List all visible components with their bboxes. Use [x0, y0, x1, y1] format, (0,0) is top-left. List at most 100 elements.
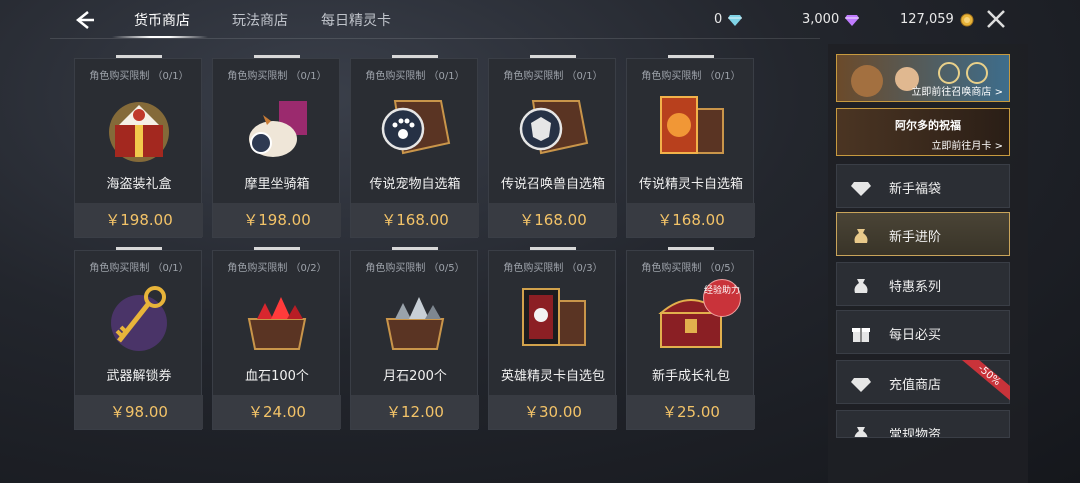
purple-gem-icon — [845, 14, 860, 26]
price-button[interactable]: ￥30.00 — [489, 395, 617, 429]
price-button[interactable]: ￥198.00 — [75, 203, 203, 237]
card-top-line — [530, 55, 576, 58]
gold-count: 127,059 — [900, 12, 954, 27]
price-button[interactable]: ￥168.00 — [489, 203, 617, 237]
card-top-line — [392, 247, 438, 250]
summon-banner-text: 立即前往召唤商店 > — [911, 87, 1003, 98]
price-button[interactable]: ￥12.00 — [351, 395, 479, 429]
item-name: 英雄精灵卡自选包 — [500, 369, 605, 384]
pet-select-box-icon — [381, 100, 451, 155]
summon-shop-banner[interactable]: 立即前往召唤商店 > — [836, 54, 1010, 102]
purchase-limit: 角色购买限制 （0/1） — [641, 71, 741, 82]
currency-diamond: 0 — [714, 12, 743, 27]
purple-gem-count: 3,000 — [802, 12, 840, 27]
close-button[interactable] — [985, 8, 1007, 30]
shop-item-card[interactable]: 角色购买限制 （0/5） 经验助力 新手成长礼包 ￥25.00 — [626, 247, 755, 430]
summon-select-box-icon — [519, 100, 589, 155]
menu-label: 新手福袋 — [889, 182, 942, 197]
purchase-limit: 角色购买限制 （0/1） — [365, 71, 465, 82]
tab-daily-spirit-card[interactable]: 每日精灵卡 — [321, 10, 391, 30]
golden-key-icon — [111, 286, 167, 351]
item-name: 海盗装礼盒 — [106, 177, 172, 192]
mount-box-icon — [249, 101, 307, 157]
tab-gameplay-shop[interactable]: 玩法商店 — [232, 10, 288, 30]
item-name: 摩里坐骑箱 — [244, 177, 310, 192]
menu-recharge-shop[interactable]: 充值商店 -50% — [836, 360, 1010, 404]
price-button[interactable]: ￥24.00 — [213, 395, 341, 429]
purchase-limit: 角色购买限制 （0/1） — [89, 71, 189, 82]
item-name: 武器解锁券 — [106, 369, 172, 384]
purchase-limit: 角色购买限制 （0/3） — [503, 263, 603, 274]
monthly-card-banner[interactable]: 阿尔多的祝福 立即前往月卡 > — [836, 108, 1010, 156]
hero-card-pack-icon — [522, 288, 586, 346]
card-top-line — [116, 55, 162, 58]
gold-coin-icon — [960, 13, 974, 26]
currency-purple-gem: 3,000 — [802, 12, 860, 27]
shop-item-card[interactable]: 角色购买限制 （0/2） 血石100个 ￥24.00 — [212, 247, 341, 430]
discount-text: -50% — [958, 360, 1010, 403]
price-button[interactable]: ￥198.00 — [213, 203, 341, 237]
pouch-icon — [854, 279, 868, 293]
back-arrow-icon — [75, 11, 94, 29]
card-top-line — [530, 247, 576, 250]
menu-label: 常规物资 — [889, 428, 942, 438]
shop-item-card[interactable]: 角色购买限制 （0/1） 海盗装礼盒 ￥198.00 — [74, 55, 203, 238]
menu-special-offers[interactable]: 特惠系列 — [836, 262, 1010, 306]
shop-item-card[interactable]: 角色购买限制 （0/1） 武器解锁券 ￥98.00 — [74, 247, 203, 430]
item-name: 血石100个 — [245, 369, 309, 384]
experience-boost-badge: 经验助力 — [703, 279, 741, 317]
blood-stone-box-icon — [247, 297, 307, 350]
diamond-icon — [728, 14, 743, 26]
menu-label: 充值商店 — [889, 378, 942, 393]
item-name: 传说宠物自选箱 — [369, 177, 461, 192]
price-button[interactable]: ￥98.00 — [75, 395, 203, 429]
purchase-limit: 角色购买限制 （0/2） — [227, 263, 327, 274]
moon-stone-box-icon — [385, 297, 445, 350]
menu-regular-supplies[interactable]: 常规物资 — [836, 410, 1010, 438]
discount-badge: -50% — [954, 360, 1010, 404]
pouch-icon — [854, 427, 868, 437]
purchase-limit: 角色购买限制 （0/1） — [89, 263, 189, 274]
card-top-line — [116, 247, 162, 250]
item-name: 传说精灵卡自选箱 — [638, 177, 743, 192]
diamond-icon — [851, 378, 871, 392]
card-top-line — [254, 55, 300, 58]
pirate-outfit-gift-box-icon — [109, 102, 169, 162]
price-button[interactable]: ￥168.00 — [627, 203, 755, 237]
shop-item-card[interactable]: 角色购买限制 （0/5） 月石200个 ￥12.00 — [350, 247, 479, 430]
spirit-card-select-box-icon — [660, 96, 724, 154]
monthly-card-banner-text: 立即前往月卡 > — [931, 141, 1003, 152]
diamond-icon — [851, 182, 871, 196]
menu-label: 新手进阶 — [889, 230, 942, 245]
card-top-line — [392, 55, 438, 58]
monthly-card-banner-title: 阿尔多的祝福 — [895, 119, 961, 132]
currency-gold: 127,059 — [900, 12, 974, 27]
card-top-line — [668, 247, 714, 250]
purchase-limit: 角色购买限制 （0/1） — [503, 71, 603, 82]
header-divider — [50, 38, 820, 39]
pouch-icon — [854, 229, 868, 243]
price-button[interactable]: ￥168.00 — [351, 203, 479, 237]
item-name: 新手成长礼包 — [651, 369, 730, 384]
menu-newbie-advance[interactable]: 新手进阶 — [836, 212, 1010, 256]
close-icon — [987, 10, 1005, 28]
card-top-line — [668, 55, 714, 58]
purchase-limit: 角色购买限制 （0/5） — [365, 263, 465, 274]
price-button[interactable]: ￥25.00 — [627, 395, 755, 429]
menu-daily-must-buy[interactable]: 每日必买 — [836, 310, 1010, 354]
purchase-limit: 角色购买限制 （0/5） — [641, 263, 741, 274]
shop-item-card[interactable]: 角色购买限制 （0/3） 英雄精灵卡自选包 ￥30.00 — [488, 247, 617, 430]
shop-item-card[interactable]: 角色购买限制 （0/1） 传说宠物自选箱 ￥168.00 — [350, 55, 479, 238]
shop-item-card[interactable]: 角色购买限制 （0/1） 传说召唤兽自选箱 ￥168.00 — [488, 55, 617, 238]
shop-item-card[interactable]: 角色购买限制 （0/1） 传说精灵卡自选箱 ￥168.00 — [626, 55, 755, 238]
menu-label: 每日必买 — [889, 328, 942, 343]
shop-item-card[interactable]: 角色购买限制 （0/1） 摩里坐骑箱 ￥198.00 — [212, 55, 341, 238]
top-bar: 货币商店 玩法商店 每日精灵卡 0 3,000 127,059 — [0, 0, 1080, 40]
menu-label: 特惠系列 — [889, 280, 942, 295]
tab-currency-shop[interactable]: 货币商店 — [134, 10, 190, 30]
card-top-line — [254, 247, 300, 250]
menu-newbie-bag[interactable]: 新手福袋 — [836, 164, 1010, 208]
item-name: 月石200个 — [383, 369, 447, 384]
purchase-limit: 角色购买限制 （0/1） — [227, 71, 327, 82]
back-button[interactable] — [70, 6, 98, 34]
